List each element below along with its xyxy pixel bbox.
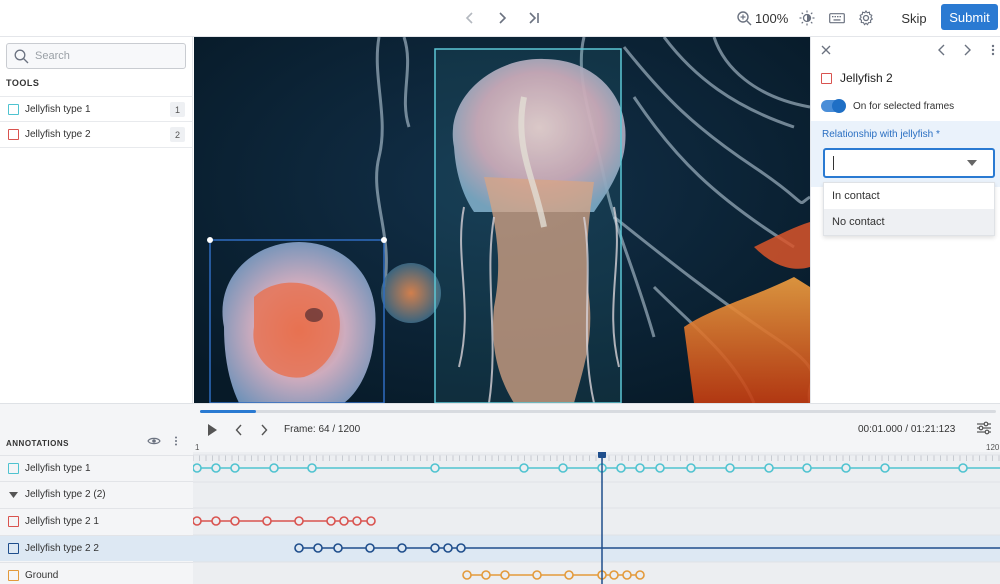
annotation-label: Jellyfish type 1 — [25, 463, 91, 474]
next-object-button[interactable] — [960, 43, 974, 57]
timeline-start-tick: 1 — [195, 443, 200, 452]
chevron-left-icon — [938, 44, 945, 56]
search-placeholder: Search — [35, 50, 70, 62]
skip-button[interactable]: Skip — [894, 5, 934, 31]
timeline-panel: Frame: 64 / 1200 00:01.000 / 01:21:123 A… — [0, 403, 1000, 584]
toggle-label: On for selected frames — [853, 100, 955, 112]
zoom-control[interactable]: 100% — [736, 8, 788, 28]
timeline-settings-button[interactable] — [975, 419, 993, 437]
annotations-menu-button[interactable] — [174, 436, 178, 446]
time-counter: 00:01.000 / 01:21:123 — [858, 424, 956, 435]
relationship-dropdown-menu: In contact No contact — [823, 182, 995, 236]
keyboard-shortcuts-button[interactable] — [827, 8, 847, 28]
chevron-right-icon — [499, 12, 507, 24]
timeline-end-tick: 120 — [986, 443, 1000, 452]
annotation-label: Jellyfish type 2 2 — [25, 543, 99, 554]
search-input[interactable]: Search — [6, 43, 186, 69]
kebab-menu-icon — [991, 44, 995, 56]
annotation-color-swatch — [8, 463, 19, 474]
bbox-handle — [207, 237, 213, 243]
video-frame-image — [194, 37, 810, 403]
relationship-section: Relationship with jellyfish * — [811, 121, 1000, 187]
object-name: Jellyfish 2 — [840, 71, 893, 85]
relationship-select[interactable] — [823, 148, 995, 178]
previous-object-button[interactable] — [935, 43, 949, 57]
brightness-icon — [799, 10, 815, 26]
annotation-color-swatch — [8, 516, 19, 527]
annotation-label: Jellyfish type 2 (2) — [25, 489, 106, 500]
chevron-right-icon — [261, 424, 268, 436]
gear-icon — [858, 10, 874, 26]
close-panel-button[interactable] — [819, 43, 833, 57]
chevron-left-icon — [235, 424, 242, 436]
tools-heading: TOOLS — [6, 78, 40, 88]
zoom-in-icon — [737, 11, 752, 26]
relationship-label: Relationship with jellyfish * — [822, 129, 940, 140]
annotation-row-jellyfish-type-2-1[interactable]: Jellyfish type 2 1 — [0, 508, 193, 534]
caret-down-icon — [9, 492, 18, 498]
annotation-row-ground[interactable]: Ground — [0, 562, 193, 584]
play-icon — [208, 424, 217, 436]
tool-color-swatch — [8, 129, 19, 140]
keyboard-icon — [829, 13, 845, 24]
object-color-swatch — [821, 72, 832, 84]
annotation-row-jellyfish-type-1[interactable]: Jellyfish type 1 — [0, 455, 193, 481]
previous-frame-button[interactable] — [458, 6, 482, 30]
chevron-right-icon — [964, 44, 971, 56]
video-canvas[interactable] — [194, 37, 810, 403]
brightness-button[interactable] — [797, 8, 817, 28]
text-cursor — [833, 156, 834, 170]
tools-panel: Search TOOLS Jellyfish type 1 1 Jellyfis… — [0, 37, 193, 403]
option-no-contact[interactable]: No contact — [824, 209, 994, 235]
eye-icon — [147, 437, 161, 445]
annotation-color-swatch — [8, 570, 19, 581]
tool-label: Jellyfish type 2 — [25, 129, 91, 140]
object-details-panel: Jellyfish 2 On for selected frames Relat… — [810, 37, 1000, 403]
tool-item-jellyfish-type-2[interactable]: Jellyfish type 2 2 — [0, 122, 192, 148]
step-forward-button[interactable] — [255, 421, 273, 439]
next-frame-button[interactable] — [490, 6, 514, 30]
close-icon — [821, 45, 831, 55]
playback-progress-fill — [200, 410, 256, 413]
search-icon — [14, 49, 29, 64]
object-title: Jellyfish 2 — [821, 71, 893, 85]
keyframe-tracks[interactable] — [193, 452, 1000, 584]
tool-label: Jellyfish type 1 — [25, 104, 91, 115]
top-toolbar: 100% Skip Submit — [0, 0, 1000, 37]
zoom-level: 100% — [755, 10, 789, 26]
playback-progress-bar[interactable] — [200, 410, 996, 413]
annotation-label: Jellyfish type 2 1 — [25, 516, 99, 527]
annotations-heading: ANNOTATIONS — [6, 439, 69, 448]
tool-hotkey: 2 — [170, 127, 185, 142]
video-annotation-app: 100% Skip Submit Search TOOLS Jellyfish … — [0, 0, 1000, 584]
tool-item-jellyfish-type-1[interactable]: Jellyfish type 1 1 — [0, 96, 192, 122]
bbox-handle — [381, 237, 387, 243]
visibility-toggle-button[interactable] — [147, 436, 161, 446]
play-button[interactable] — [203, 421, 221, 439]
option-in-contact[interactable]: In contact — [824, 183, 994, 209]
annotation-label: Ground — [25, 570, 59, 581]
tool-color-swatch — [8, 104, 19, 115]
annotation-group-jellyfish-type-2[interactable]: Jellyfish type 2 (2) — [0, 481, 193, 507]
selected-frames-toggle[interactable] — [821, 99, 846, 113]
skip-end-icon — [529, 12, 539, 24]
frame-counter: Frame: 64 / 1200 — [284, 424, 361, 435]
chevron-left-icon — [465, 12, 473, 24]
chevron-down-icon — [967, 160, 977, 166]
tool-hotkey: 1 — [170, 102, 185, 117]
submit-button[interactable]: Submit — [941, 4, 998, 30]
annotation-color-swatch — [8, 543, 19, 554]
sliders-icon — [977, 421, 991, 435]
step-back-button[interactable] — [230, 421, 248, 439]
last-frame-button[interactable] — [522, 6, 546, 30]
more-options-button[interactable] — [986, 43, 1000, 57]
annotation-row-jellyfish-type-2-2[interactable]: Jellyfish type 2 2 — [0, 535, 193, 561]
bbox-jellyfish-type-1 — [434, 48, 622, 403]
settings-button[interactable] — [856, 8, 876, 28]
kebab-menu-icon — [175, 436, 177, 446]
selected-frames-toggle-row: On for selected frames — [821, 99, 955, 113]
